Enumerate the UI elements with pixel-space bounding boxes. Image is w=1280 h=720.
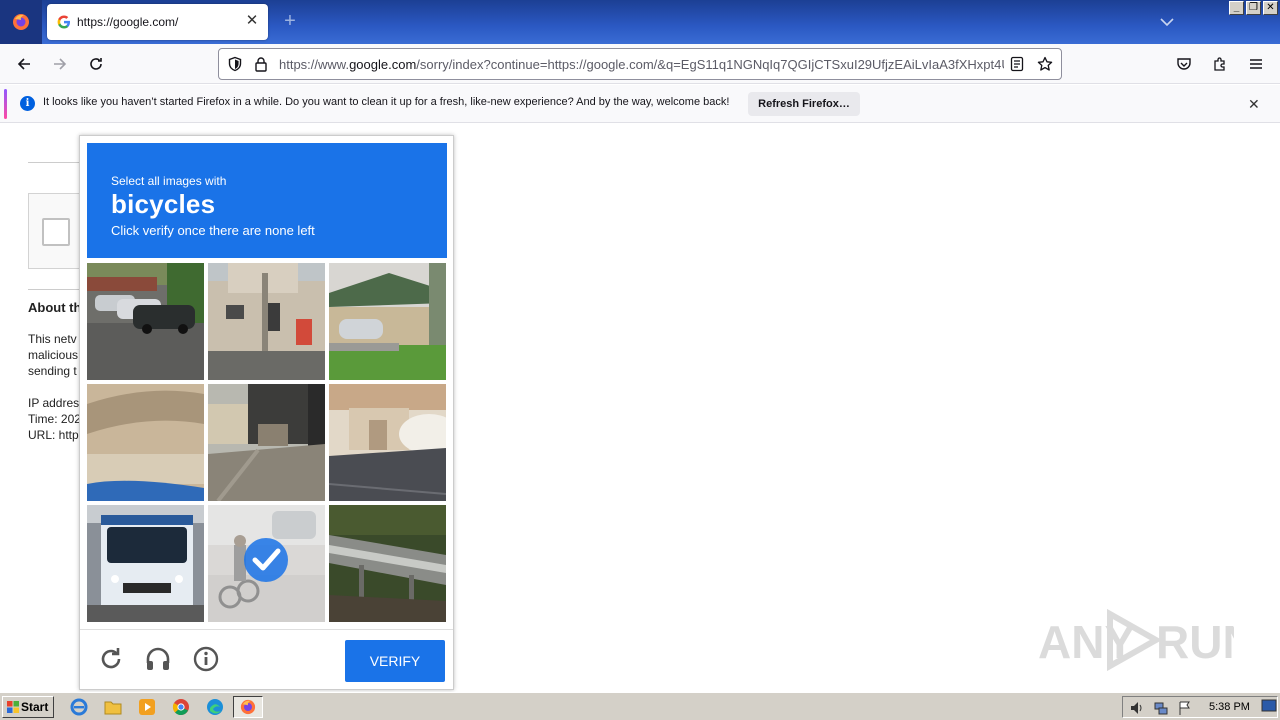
captcha-tile-garage[interactable] [329,263,446,380]
file-explorer-folder-icon[interactable] [104,698,122,716]
recaptcha-checkbox[interactable] [42,218,70,246]
captcha-tile-bus[interactable] [87,505,204,622]
audio-challenge-headphones-icon[interactable] [143,644,173,674]
instruction-top: Select all images with [111,174,227,188]
taskbar-firefox-active[interactable] [233,696,263,718]
edge-icon[interactable] [206,698,224,716]
hamburger-menu-icon [1250,59,1262,69]
captcha-image-grid [87,263,447,623]
extensions-button[interactable] [1208,52,1232,76]
captcha-tile-bicycle[interactable] [208,505,325,622]
refresh-firefox-notification: i It looks like you haven’t started Fire… [0,85,1280,123]
anyrun-watermark-logo: ANY RUN [1038,608,1234,672]
reload-icon [90,58,102,70]
info-icon: i [20,96,35,111]
captcha-tile-shed[interactable] [329,384,446,501]
explanation-line: This netv [28,332,77,346]
volume-speaker-icon[interactable] [1129,700,1145,716]
captcha-tile-street[interactable] [208,384,325,501]
minimize-button[interactable]: _ [1229,1,1244,15]
pocket-icon [1177,58,1191,70]
ip-address-line: IP addres [28,396,80,410]
explanation-line: malicious [28,348,79,362]
network-icon[interactable] [1153,700,1169,716]
help-info-icon[interactable] [191,644,221,674]
explanation-line: sending t [28,364,77,378]
back-arrow-icon [17,58,30,70]
captcha-tile-guardrail[interactable] [329,505,446,622]
app-menu-button[interactable] [1244,52,1268,76]
svg-text:RUN: RUN [1156,616,1234,668]
forward-button[interactable] [48,52,72,76]
captcha-instructions: Select all images with bicycles Click ve… [87,143,447,258]
url-line: URL: http [28,428,79,442]
url-path: /sorry/index?continue=https://google.com… [416,57,1004,72]
media-player-icon[interactable] [138,698,156,716]
internet-explorer-icon[interactable] [70,698,88,716]
refresh-firefox-button[interactable]: Refresh Firefox… [748,92,860,116]
start-label: Start [21,700,49,714]
notification-message: It looks like you haven’t started Firefo… [43,96,730,108]
action-center-flag-icon[interactable] [1177,700,1193,716]
start-button[interactable]: Start [2,696,54,718]
google-favicon-icon [57,15,70,29]
puzzle-piece-icon [1214,57,1225,71]
back-button[interactable] [12,52,36,76]
tab-close-icon[interactable]: ✕ [244,13,260,29]
windows-taskbar: Start 5:38 PM [0,692,1280,720]
captcha-tile-parked-cars[interactable] [87,263,204,380]
restore-button[interactable]: ❐ [1246,1,1261,15]
captcha-tile-dirt-road[interactable] [87,384,204,501]
lock-icon[interactable] [254,56,268,72]
taskbar-clock[interactable]: 5:38 PM [1209,701,1250,713]
tab-title: https://google.com/ [77,15,179,29]
instruction-bottom: Click verify once there are none left [111,223,315,238]
show-desktop-icon[interactable] [1261,699,1277,713]
url-prefix: https://www. [279,57,350,72]
notification-close-icon[interactable]: ✕ [1248,96,1260,113]
close-window-button[interactable]: ✕ [1263,1,1278,15]
about-heading: About th [28,300,82,315]
window-controls: _ ❐ ✕ [1229,1,1278,15]
address-bar[interactable]: https://www.google.com/sorry/index?conti… [218,48,1062,80]
verify-button[interactable]: VERIFY [345,640,445,682]
windows-flag-icon [7,701,19,713]
firefox-view-button[interactable] [0,0,42,44]
url-text[interactable]: https://www.google.com/sorry/index?conti… [279,57,1004,72]
browser-tab-bar: https://google.com/ ✕ + _ ❐ ✕ [0,0,1280,44]
reader-view-icon[interactable] [1009,56,1025,72]
chrome-icon[interactable] [172,698,190,716]
reload-button[interactable] [84,52,108,76]
captcha-footer: VERIFY [80,629,453,690]
notification-accent-bar [4,89,7,119]
time-line: Time: 202 [28,412,81,426]
url-domain: google.com [349,57,417,72]
list-all-tabs-chevron-icon[interactable] [1158,14,1176,30]
forward-arrow-icon [54,58,67,70]
pocket-button[interactable] [1172,52,1196,76]
captcha-challenge-dialog: Select all images with bicycles Click ve… [79,135,454,690]
new-tab-button[interactable]: + [280,11,300,32]
reload-challenge-icon[interactable] [96,644,126,674]
system-tray: 5:38 PM [1122,696,1278,718]
captcha-tile-house[interactable] [208,263,325,380]
firefox-icon [13,14,29,30]
navigation-toolbar: https://www.google.com/sorry/index?conti… [0,44,1280,84]
firefox-taskbar-icon [240,699,256,715]
tracking-protection-shield-icon[interactable] [227,56,243,72]
instruction-target-object: bicycles [111,189,216,219]
browser-tab[interactable]: https://google.com/ ✕ [47,4,268,40]
bookmark-star-icon[interactable] [1037,56,1053,72]
